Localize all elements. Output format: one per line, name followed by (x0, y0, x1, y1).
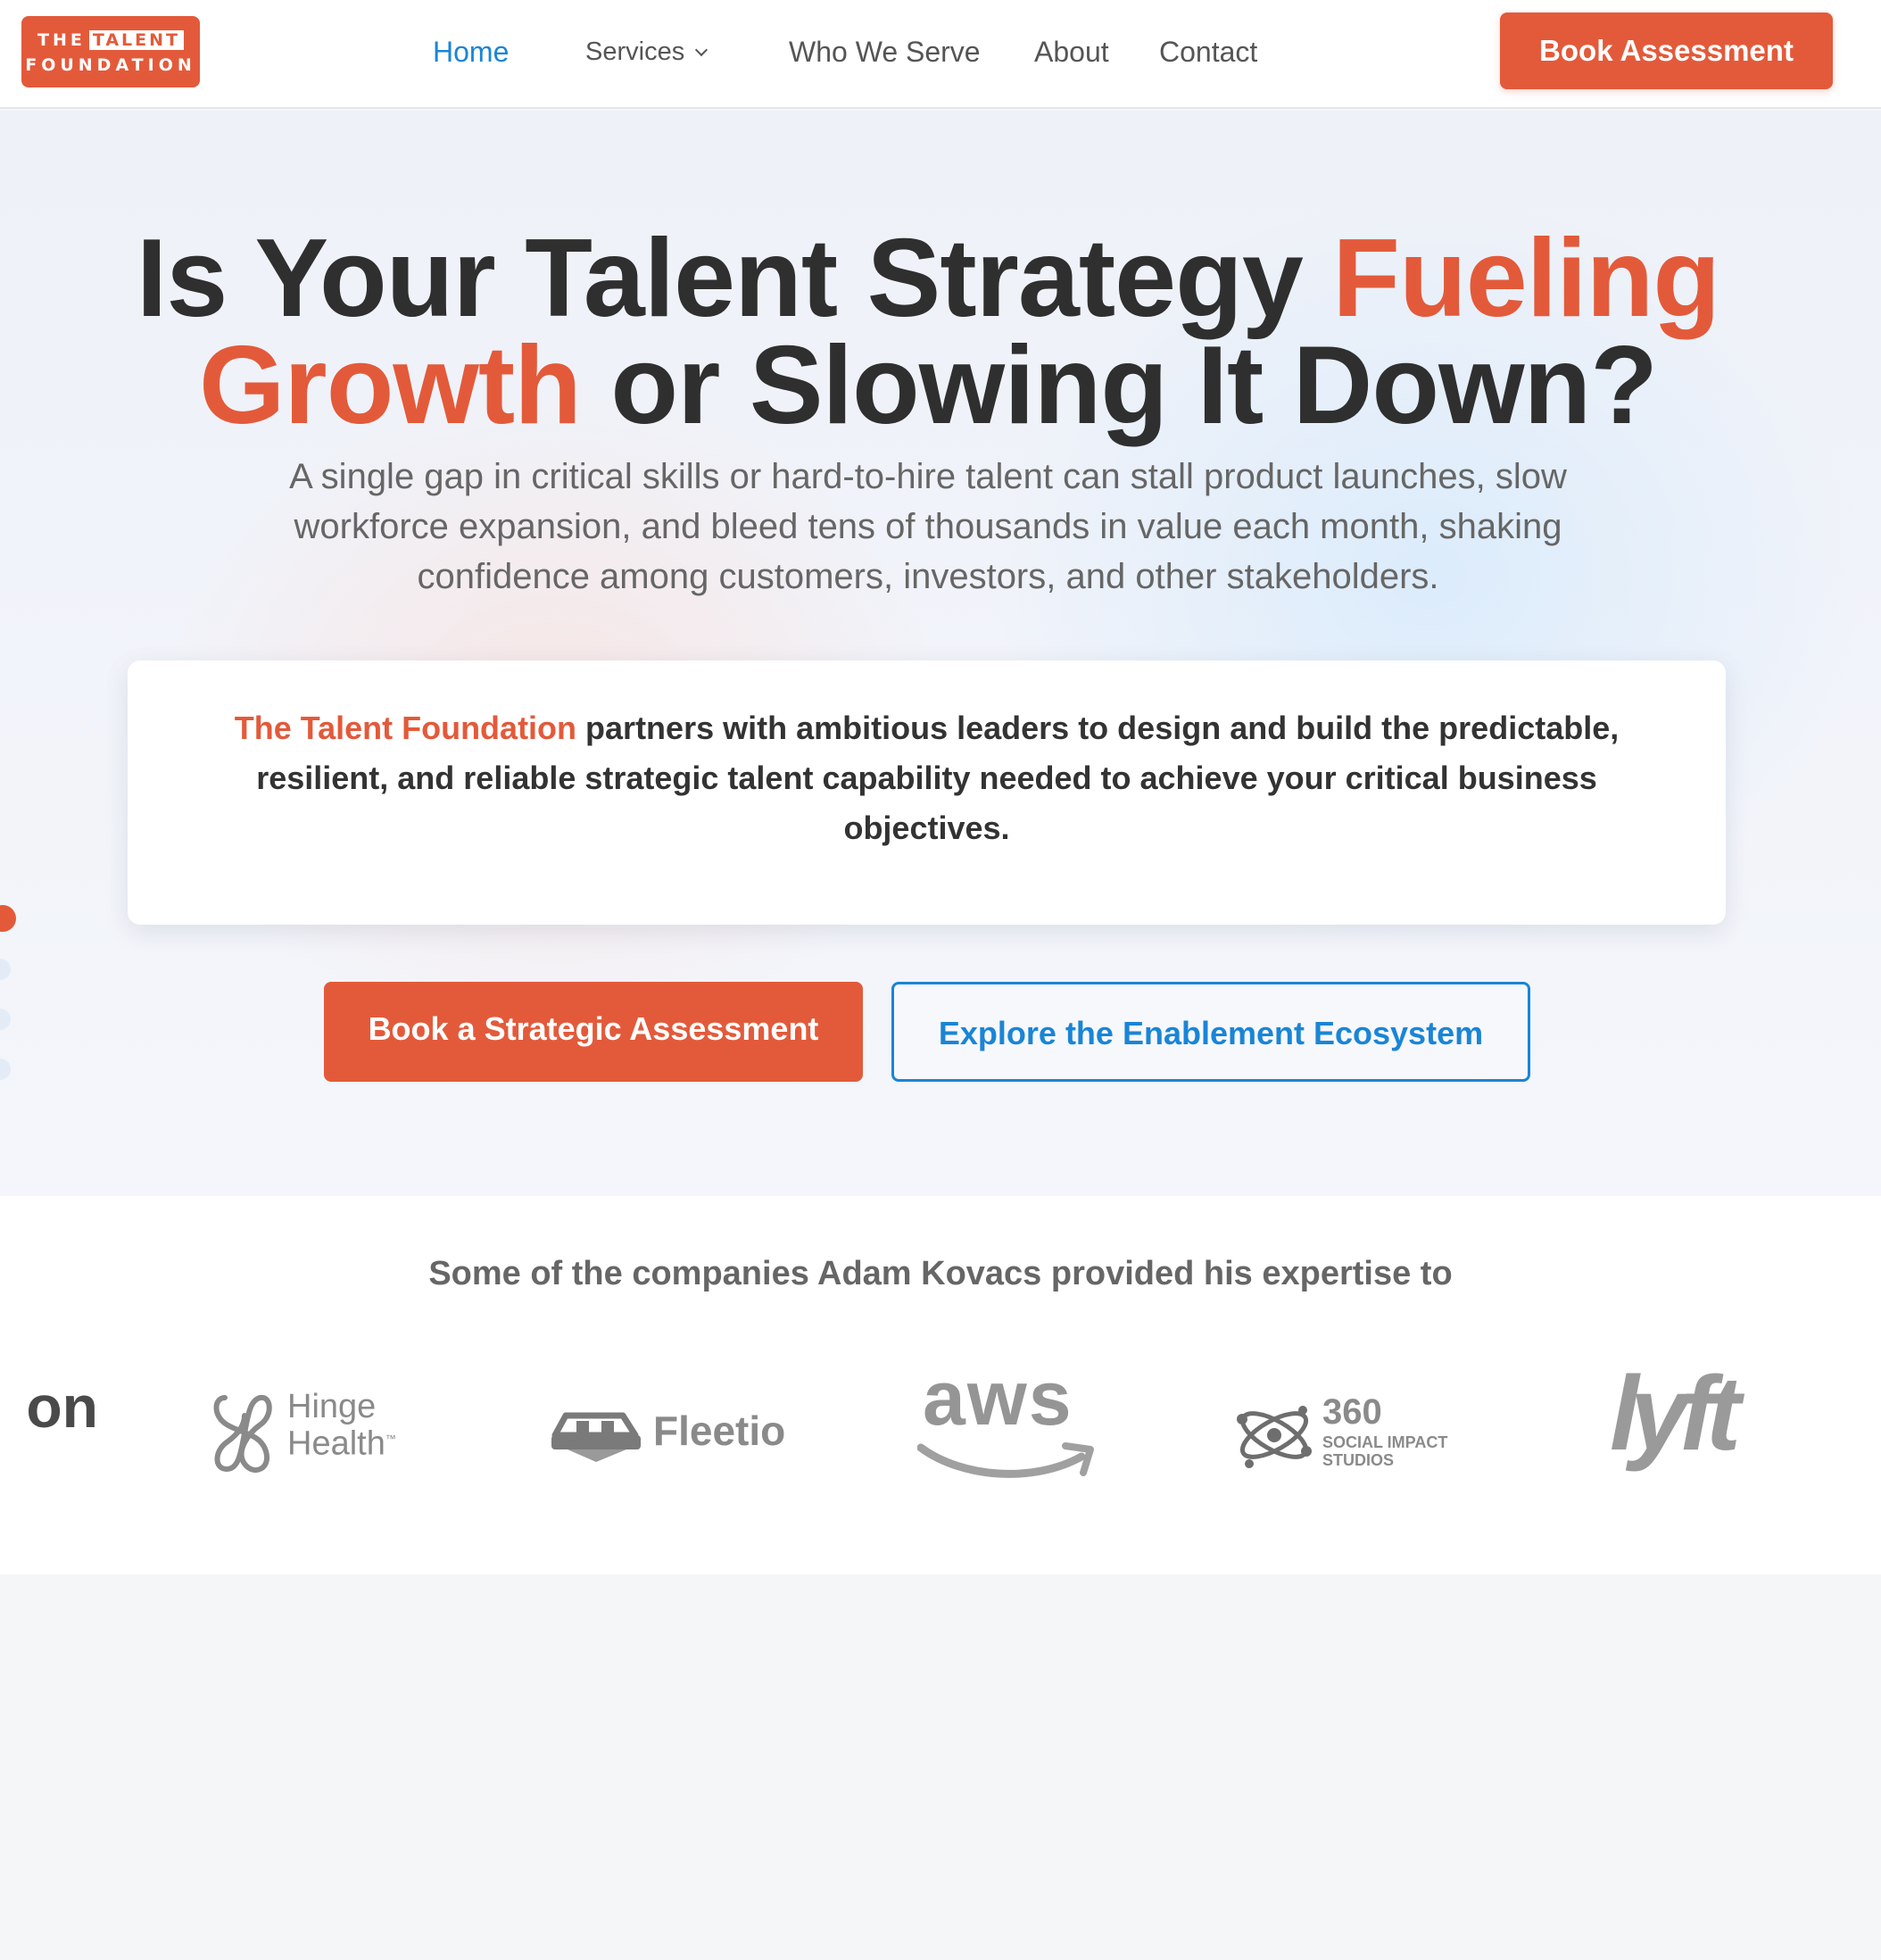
nav-about[interactable]: About (1034, 32, 1109, 71)
logo-line-1: THE TALENT (21, 30, 200, 50)
logo-line-2: FOUNDATION (25, 55, 196, 75)
360-wordmark: 360 (1322, 1392, 1382, 1432)
car-icon (551, 1412, 641, 1462)
aws-wordmark: aws (923, 1356, 1073, 1441)
slider-dot[interactable] (0, 1059, 11, 1080)
value-proposition-text: The Talent Foundation partners with ambi… (234, 710, 1620, 846)
nav-home[interactable]: Home (433, 32, 509, 71)
lyft-logo: lyft (1610, 1355, 1770, 1489)
nav-contact[interactable]: Contact (1159, 32, 1257, 71)
nav-services-label: Services (585, 37, 685, 66)
card-brand-name: The Talent Foundation (234, 710, 577, 746)
slider-dot[interactable] (0, 959, 11, 980)
hinge-health-wordmark: Hinge Health™ (287, 1388, 396, 1463)
explore-ecosystem-button[interactable]: Explore the Enablement Ecosystem (891, 982, 1530, 1082)
fleetio-wordmark: Fleetio (653, 1408, 786, 1454)
fleetio-logo: Fleetio (550, 1403, 786, 1466)
partial-client-logo: on (26, 1374, 98, 1440)
hero-title: Is Your Talent Strategy Fueling Growth o… (136, 217, 1720, 447)
site-header: THE TALENT FOUNDATION Home Services Who W… (0, 0, 1881, 109)
lyft-wordmark: lyft (1610, 1355, 1741, 1473)
book-assessment-button[interactable]: Book Assessment (1500, 12, 1833, 89)
aws-smile-icon (917, 1442, 1094, 1478)
clients-heading: Some of the companies Adam Kovacs provid… (428, 1255, 1453, 1292)
value-proposition-card: The Talent Foundation partners with ambi… (128, 660, 1726, 925)
atom-icon (1237, 1406, 1312, 1468)
slider-dot-active[interactable] (0, 905, 16, 932)
360-social-impact-logo: 360 SOCIAL IMPACT STUDIOS (1231, 1392, 1481, 1482)
hero-subtitle: A single gap in critical skills or hard-… (289, 457, 1567, 596)
slider-dot[interactable] (0, 1009, 11, 1030)
hinge-health-icon (213, 1395, 272, 1473)
nav-who-we-serve[interactable]: Who We Serve (789, 32, 981, 71)
page-bottom-area (0, 1574, 1881, 1960)
chevron-down-icon (695, 43, 708, 57)
book-strategic-assessment-button[interactable]: Book a Strategic Assessment (324, 982, 863, 1082)
hero-section: Is Your Talent Strategy Fueling Growth o… (0, 111, 1881, 1196)
360-subtitle: SOCIAL IMPACT STUDIOS (1322, 1433, 1448, 1469)
aws-logo: aws (917, 1356, 1096, 1487)
brand-logo[interactable]: THE TALENT FOUNDATION (21, 16, 200, 87)
hinge-health-logo: Hinge Health™ (209, 1389, 441, 1478)
nav-services[interactable]: Services (585, 32, 708, 71)
